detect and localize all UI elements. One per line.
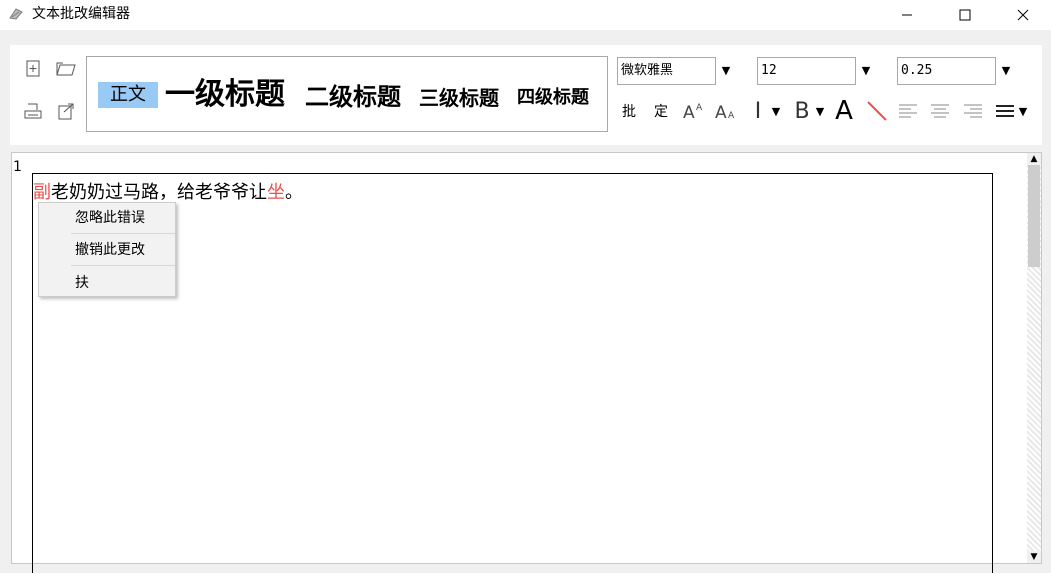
printer-icon [24,103,42,119]
style-body-text[interactable]: 正文 [98,82,158,108]
comment-button[interactable]: 批 [618,96,640,126]
svg-text:A: A [715,103,727,121]
decrease-font-icon: A A [715,103,735,121]
maximize-button[interactable] [942,0,988,30]
minimize-icon [902,14,912,16]
bold-button[interactable]: B [792,96,812,126]
style-heading-3[interactable]: 三级标题 [419,85,499,111]
align-center-icon [931,104,949,118]
decrease-font-size-button[interactable]: A A [713,96,739,126]
open-folder-button[interactable] [55,58,77,80]
bold-dropdown-arrow-icon[interactable]: ▼ [813,96,827,126]
align-left-button[interactable] [897,96,919,126]
style-heading-1[interactable]: 一级标题 [165,76,285,114]
error-highlight-2[interactable]: 坐 [267,182,285,203]
font-size-dropdown-arrow-icon[interactable]: ▼ [859,64,873,78]
window-title: 文本批改编辑器 [32,6,130,22]
paragraph-styles-gallery: 正文 一级标题 二级标题 三级标题 四级标题 [86,56,608,132]
font-color-button[interactable]: A [833,96,855,126]
red-slash-icon [867,101,887,121]
app-feather-icon [8,6,24,22]
export-button[interactable] [55,101,77,123]
list-lines-icon [996,105,1014,117]
open-folder-icon [56,62,76,76]
new-file-button[interactable] [22,58,44,80]
menu-item-ignore-error[interactable]: 忽略此错误 [75,209,145,227]
context-menu: 忽略此错误 撤销此更改 扶 [38,202,176,297]
svg-text:A: A [728,111,735,121]
menu-separator [71,233,175,234]
close-icon [1017,9,1029,21]
page-number: 1 [13,159,22,175]
line-spacing-button[interactable] [994,96,1016,126]
font-size-select[interactable]: 12 [757,57,856,85]
menu-separator [71,265,175,266]
line-spacing-select[interactable]: 0.25 [897,57,996,85]
svg-text:A: A [696,103,703,113]
style-heading-4[interactable]: 四级标题 [517,86,589,110]
minimize-button[interactable] [884,0,930,30]
align-center-button[interactable] [929,96,951,126]
italic-button[interactable]: I [748,96,768,126]
scrollbar-thumb[interactable] [1028,165,1040,267]
font-family-dropdown-arrow-icon[interactable]: ▼ [719,64,733,78]
align-right-icon [964,104,982,118]
line-spacing-dropdown-icon[interactable]: ▼ [1016,96,1030,126]
font-family-select[interactable]: 微软雅黑 [617,57,716,85]
print-button[interactable] [22,101,44,123]
error-highlight-1[interactable]: 副 [33,182,51,203]
text-segment-end: 。 [285,182,303,203]
close-button[interactable] [1000,0,1046,30]
increase-font-icon: A A [683,103,703,121]
scroll-up-arrow-icon[interactable]: ▲ [1027,153,1041,165]
confirm-button[interactable]: 定 [650,96,672,126]
maximize-icon [959,9,971,21]
line-spacing-dropdown-arrow-icon[interactable]: ▼ [999,64,1013,78]
increase-font-size-button[interactable]: A A [681,96,707,126]
scroll-down-arrow-icon[interactable]: ▼ [1027,551,1041,563]
document-page[interactable] [32,173,993,573]
strikethrough-button[interactable] [865,96,889,126]
menu-item-suggestion[interactable]: 扶 [75,274,89,292]
svg-text:A: A [683,103,695,121]
menu-item-undo-change[interactable]: 撤销此更改 [75,241,145,259]
style-heading-2[interactable]: 二级标题 [305,81,401,113]
align-right-button[interactable] [962,96,984,126]
text-segment: 老奶奶过马路，给老爷爷让 [51,182,267,203]
italic-dropdown-arrow-icon[interactable]: ▼ [769,96,783,126]
export-icon [58,103,74,120]
new-file-icon [26,60,40,77]
align-left-icon [899,104,917,118]
